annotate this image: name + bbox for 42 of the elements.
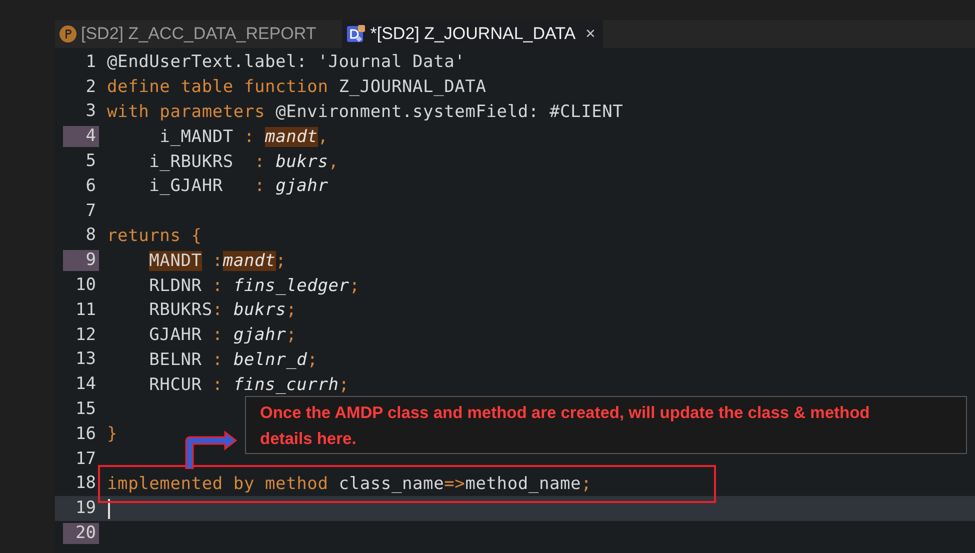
editor-tab[interactable]: [SD2] Z_ACC_DATA_REPORT — [55, 20, 324, 48]
code-line: BELNR : belnr_d; — [148, 350, 318, 370]
code-line: GJAHR : gjahr; — [148, 325, 297, 346]
code-line: i_GJAHR : gjahr — [148, 176, 328, 196]
line-number: 12 — [74, 324, 97, 346]
close-button[interactable]: × — [586, 21, 596, 47]
line-number: 8 — [84, 225, 97, 246]
line-number: 14 — [74, 374, 97, 396]
cds-view-icon — [346, 24, 366, 44]
editor-tab[interactable]: *[SD2] Z_JOURNAL_DATA × — [342, 20, 604, 48]
line-number: 3 — [84, 101, 97, 122]
code-line: i_RBUKRS : bukrs, — [148, 152, 339, 172]
code-line: implemented by method class_name=>method_name; — [107, 474, 592, 494]
code-line: i_MANDT : mandt, — [158, 126, 328, 147]
line-number: 4 — [63, 126, 99, 148]
line-number: 11 — [74, 300, 97, 321]
code-line: returns { — [107, 226, 202, 246]
line-number: 6 — [84, 176, 97, 197]
line-number: 15 — [74, 399, 97, 420]
code-line: } — [107, 424, 118, 444]
line-number: 10 — [74, 275, 97, 296]
code-line: RHCUR : fins_currh; — [148, 374, 350, 395]
line-number: 5 — [84, 151, 97, 172]
line-number: 20 — [63, 523, 99, 544]
code-line: @EndUserText.label: 'Journal Data' — [107, 52, 466, 72]
line-number: 13 — [74, 349, 97, 370]
line-number: 17 — [74, 448, 97, 470]
line-number: 18 — [74, 473, 97, 494]
line-number: 19 — [74, 498, 97, 520]
code-line: RBUKRS: bukrs; — [148, 300, 297, 320]
line-number: 1 — [84, 52, 97, 73]
code-line: MANDT :mandt; — [148, 250, 286, 271]
annotation-callout: Once the AMDP class and method are created, will update the class & method details here. — [245, 396, 967, 454]
code-line: with parameters @Environment.systemField: #CLIENT — [107, 102, 624, 122]
program-icon — [59, 25, 77, 43]
code-line: define table function Z_JOURNAL_DATA — [107, 77, 486, 98]
line-number: 7 — [84, 200, 97, 222]
text-cursor — [108, 498, 110, 519]
line-number: 2 — [84, 76, 97, 98]
code-line: RLDNR : fins_ledger; — [148, 276, 360, 296]
line-number: 16 — [74, 424, 97, 445]
line-number: 9 — [63, 250, 99, 272]
